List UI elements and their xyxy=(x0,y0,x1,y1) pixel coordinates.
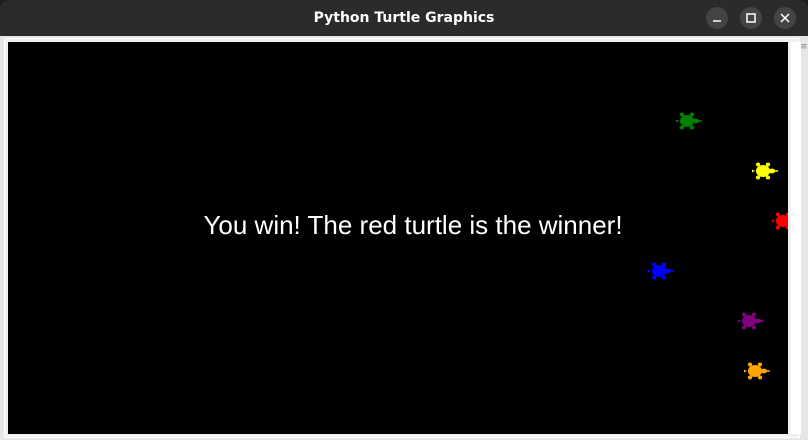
title-bar[interactable]: Python Turtle Graphics xyxy=(0,0,808,36)
turtle-green xyxy=(676,112,702,130)
minimize-button[interactable] xyxy=(706,7,728,29)
window-client-area: You win! The red turtle is the winner! ≡ xyxy=(0,36,808,440)
maximize-icon xyxy=(746,13,756,23)
vertical-scrollbar[interactable] xyxy=(791,42,801,434)
turtle-yellow xyxy=(752,162,778,180)
resize-grip-icon: ≡ xyxy=(800,42,808,52)
turtle-purple xyxy=(738,312,764,330)
turtle-orange xyxy=(744,362,770,380)
close-icon xyxy=(780,13,790,23)
close-button[interactable] xyxy=(774,7,796,29)
turtle-canvas[interactable]: You win! The red turtle is the winner! xyxy=(8,42,788,434)
window-title: Python Turtle Graphics xyxy=(313,10,495,26)
app-window: Python Turtle Graphics You win! The red … xyxy=(0,0,808,440)
turtle-red xyxy=(772,212,788,230)
winner-message: You win! The red turtle is the winner! xyxy=(203,210,623,240)
maximize-button[interactable] xyxy=(740,7,762,29)
turtle-blue xyxy=(648,262,674,280)
minimize-icon xyxy=(713,20,721,22)
canvas-frame: You win! The red turtle is the winner! xyxy=(4,38,801,438)
